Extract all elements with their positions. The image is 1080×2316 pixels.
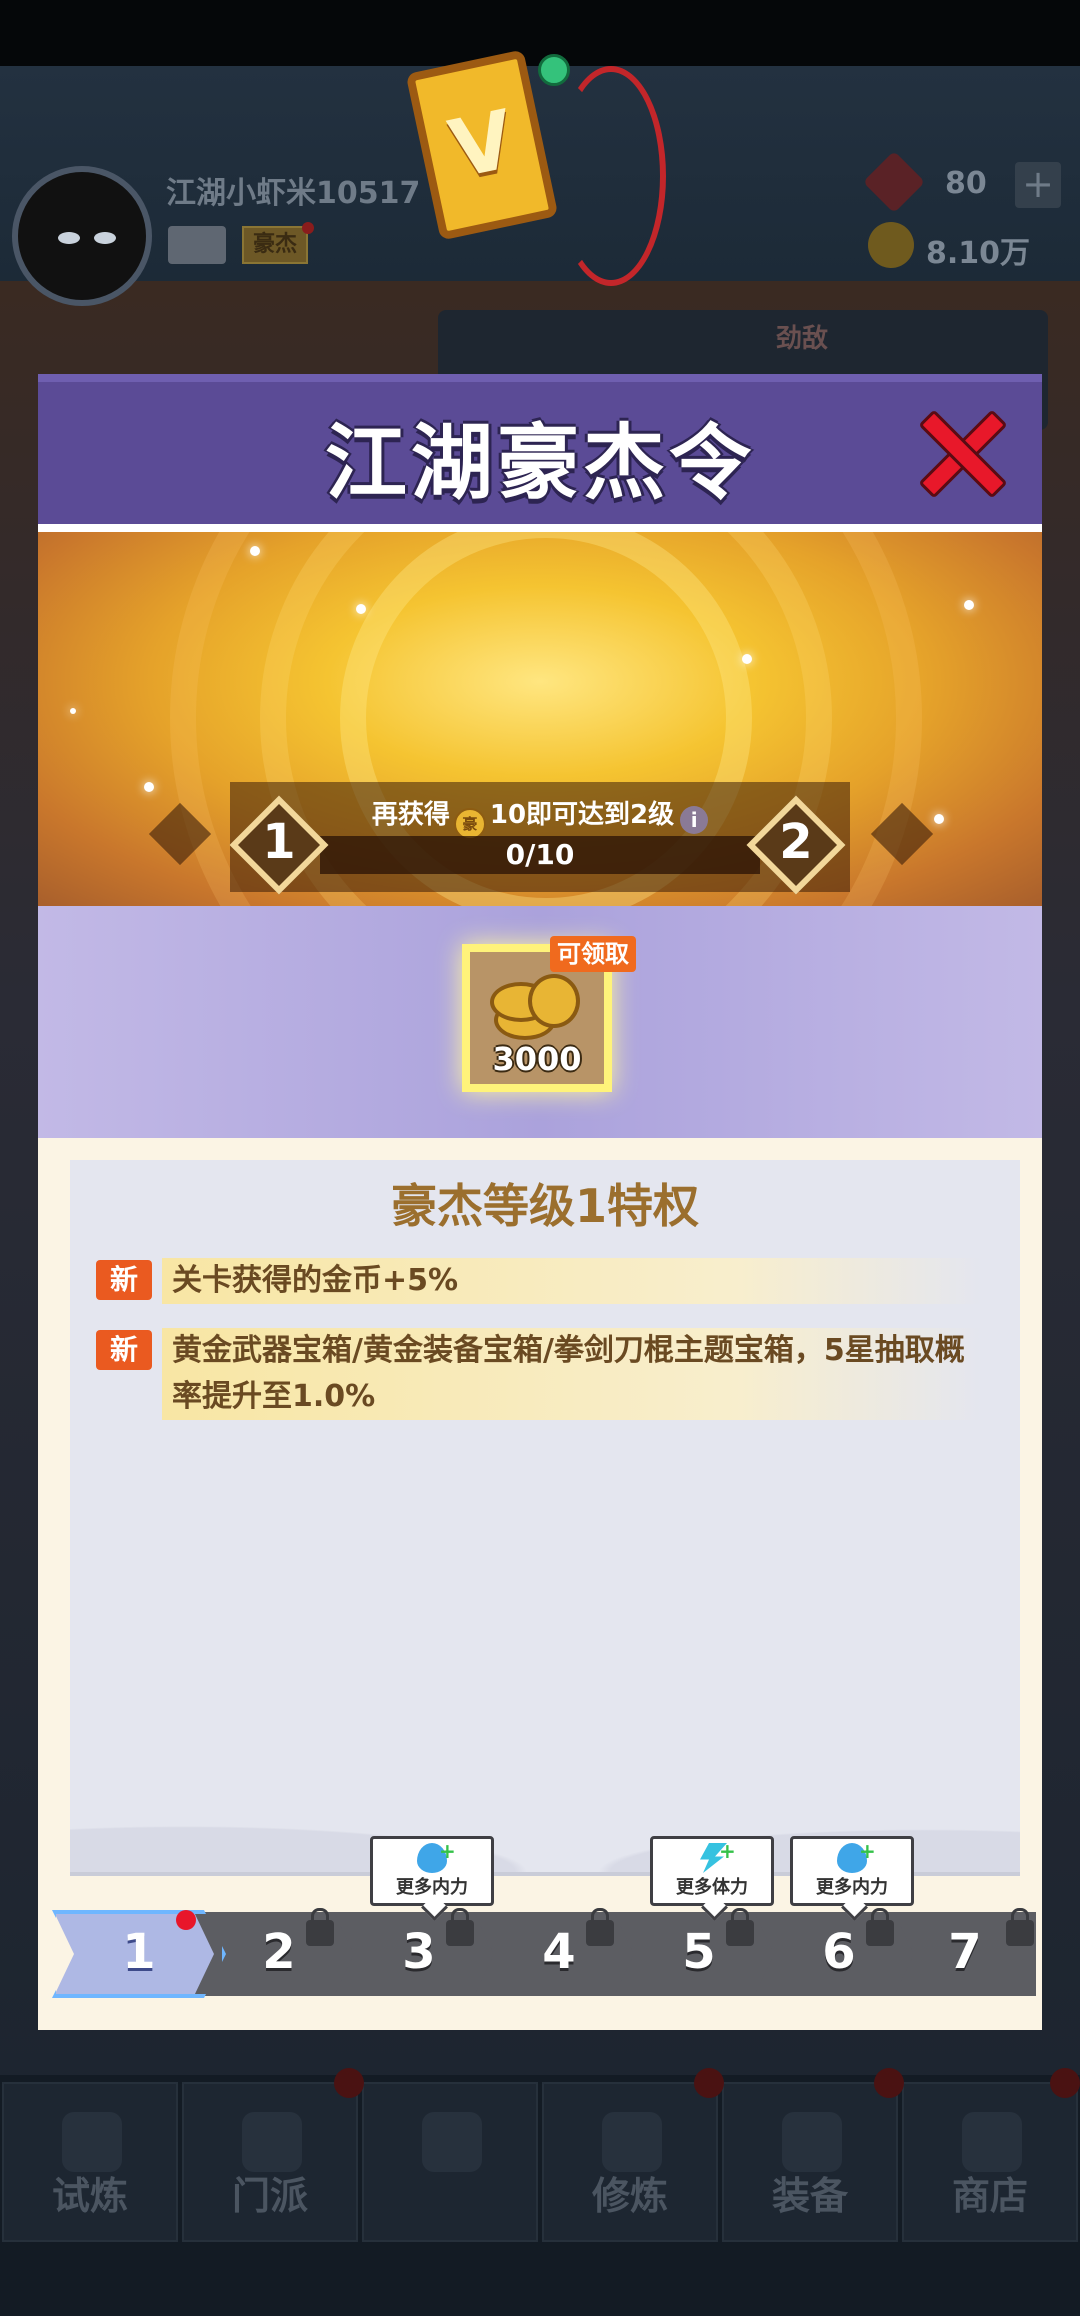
level-number: 6 [822,1924,856,1980]
notification-dot [874,2068,904,2098]
lock-icon [1006,1908,1034,1946]
privilege-text: 黄金武器宝箱/黄金装备宝箱/拳剑刀棍主题宝箱，5星抽取概率提升至1.0% [162,1328,982,1420]
nav-label: 商店 [951,2174,1028,2218]
nav-label: 试炼 [51,2174,128,2218]
notification-dot [1050,2068,1080,2098]
nav-tab-trial[interactable]: 试炼 [2,2082,178,2242]
jade-bead [538,54,570,86]
info-icon[interactable]: i [680,806,709,834]
enemy-label: 劲敌 [776,324,829,354]
nav-tab-shop[interactable]: 商店 [902,2082,1078,2242]
new-badge: 新 [96,1260,152,1300]
notification-dot [334,2068,364,2098]
lock-icon [586,1908,614,1946]
mail-icon[interactable] [168,226,226,264]
level-tab-3[interactable]: 3 [334,1912,504,1996]
shop-icon [962,2112,1022,2172]
notification-dot [694,2068,724,2098]
pagoda-icon [242,2112,302,2172]
level-tab-5[interactable]: 5 [614,1912,784,1996]
current-level: 1 [262,814,296,870]
player-avatar[interactable] [12,166,152,306]
coin-icon [528,974,580,1028]
player-name: 江湖小虾米10517 [166,176,421,211]
nav-tab-cultivate[interactable]: 修炼 [542,2082,718,2242]
progress-text: 0/10 [505,838,575,871]
lock-icon [726,1908,754,1946]
scroll-icon [602,2112,662,2172]
hint-text: 再获得 [371,800,450,830]
lock-icon [446,1908,474,1946]
ninja-icon [62,2112,122,2172]
new-badge: 新 [96,1330,152,1370]
lock-icon [422,2112,482,2172]
status-bar [0,0,1080,66]
lock-icon [306,1908,334,1946]
gold-count: 8.10万 [926,236,1031,271]
bonus-tag-level-3: + 更多内力 [370,1836,494,1921]
gold-coin-icon [868,222,914,268]
divider [38,524,1042,532]
hint-text: 10即可达到2级 [489,800,675,830]
level-number: 5 [682,1924,716,1980]
privileges-title: 豪杰等级1特权 [390,1179,699,1233]
level-number: 3 [402,1924,436,1980]
privilege-text: 关卡获得的金币+5% [162,1258,982,1304]
close-button[interactable] [916,408,1008,500]
reward-amount: 3000 [492,1040,582,1078]
nav-label: 修炼 [591,2174,668,2218]
gem-count: 80 [945,166,987,201]
bonus-tag-level-5: + 更多体力 [650,1836,774,1921]
next-level: 2 [779,814,813,870]
token-cord [556,66,666,286]
level-number: 4 [542,1924,576,1980]
modal-title: 江湖豪杰令 [324,416,755,511]
nav-tab-sect[interactable]: 门派 [182,2082,358,2242]
add-gems-button[interactable]: + [1015,162,1061,208]
notification-dot [176,1910,196,1930]
level-tab-6[interactable]: 6 [754,1912,924,1996]
sword-icon [782,2112,842,2172]
bonus-tag-level-6: + 更多内力 [790,1836,914,1921]
nav-tab-locked[interactable] [362,2082,538,2242]
selected-level-outline [52,1910,226,1998]
level-tab-4[interactable]: 4 [474,1912,644,1996]
nav-label: 门派 [231,2174,308,2218]
notification-dot [302,222,314,234]
nav-tab-equipment[interactable]: 装备 [722,2082,898,2242]
claimable-badge: 可领取 [550,936,636,972]
rank-badge[interactable]: 豪杰 [242,226,308,264]
nav-label: 装备 [771,2174,848,2218]
lock-icon [866,1908,894,1946]
